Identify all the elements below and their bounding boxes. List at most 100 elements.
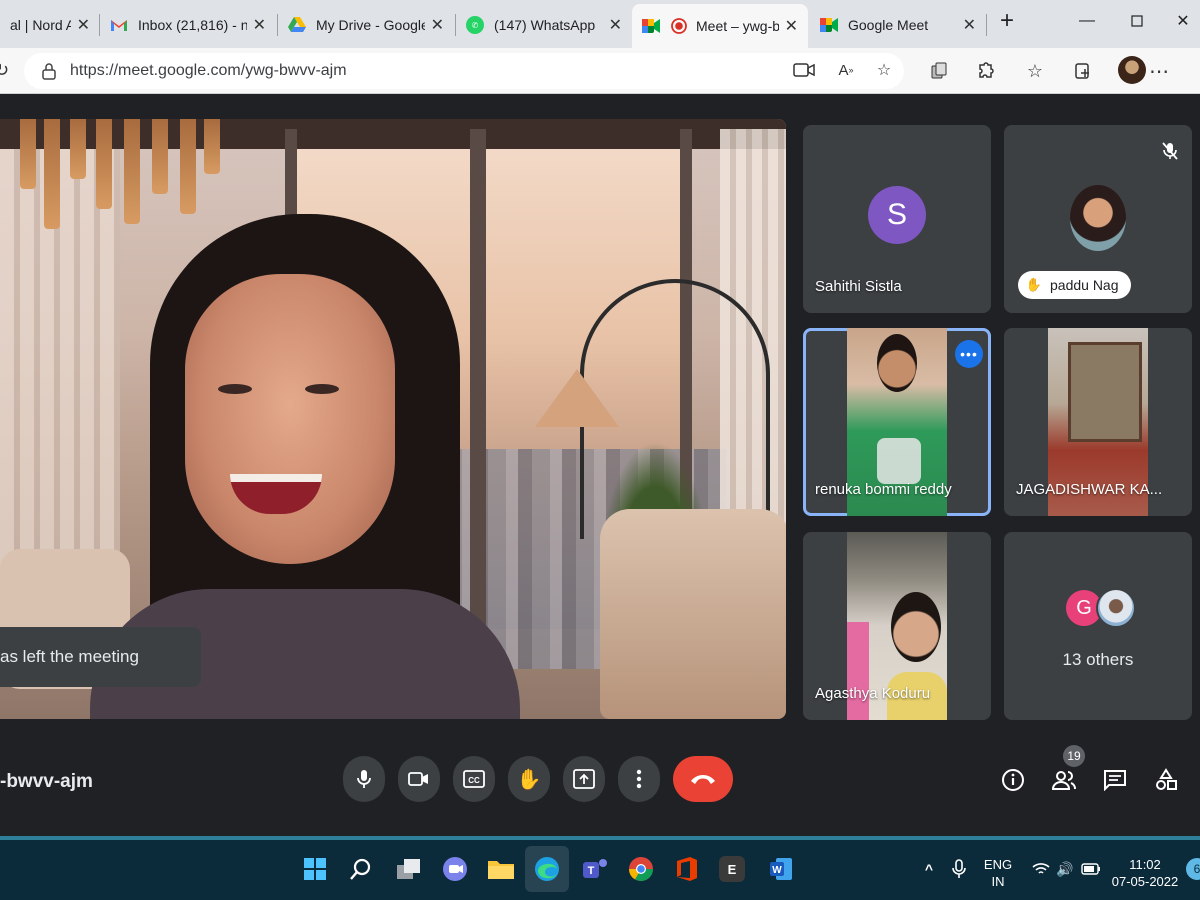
close-icon[interactable]: ✕	[609, 15, 622, 35]
close-icon[interactable]: ✕	[253, 15, 266, 35]
new-tab-button[interactable]: +	[984, 7, 1030, 34]
more-options-icon[interactable]: ⋯	[1146, 58, 1172, 84]
others-avatar-stack: G	[1064, 588, 1144, 634]
raise-hand-icon: ✋	[516, 768, 542, 791]
close-icon[interactable]: ✕	[963, 15, 976, 35]
windows-taskbar: T E W ^ ENG IN 🔊 11:02 07-05-2022	[0, 836, 1200, 900]
avatar: S	[868, 186, 926, 244]
people-button[interactable]	[1048, 764, 1080, 796]
browser-tab-strip: al | Nord Ap ✕ Inbox (21,816) - na ✕ My …	[0, 0, 1200, 48]
lock-icon[interactable]	[40, 62, 58, 80]
camera-icon	[408, 772, 428, 786]
meet-stage: as left the meeting S Sahithi Sistla ✋ p…	[0, 95, 1200, 830]
participant-tile-active[interactable]: ••• renuka bommi reddy	[803, 328, 991, 516]
collections-icon[interactable]	[926, 58, 952, 84]
present-button[interactable]	[563, 756, 605, 802]
chrome-icon[interactable]	[626, 854, 656, 884]
search-icon[interactable]	[346, 854, 376, 884]
others-tile[interactable]: G 13 others	[1004, 532, 1192, 720]
add-collection-icon[interactable]	[1070, 58, 1096, 84]
google-meet-icon	[642, 17, 660, 35]
avatar-letter: S	[886, 198, 907, 231]
teams-icon[interactable]: T	[580, 854, 610, 884]
microphone-button[interactable]	[343, 756, 385, 802]
tab-google-drive[interactable]: My Drive - Google ✕	[278, 6, 454, 44]
chat-button[interactable]	[1099, 764, 1131, 796]
refresh-icon[interactable]: ↻	[0, 60, 9, 82]
task-view-icon[interactable]	[394, 854, 424, 884]
tab-title: Google Meet	[848, 17, 929, 33]
app-e-icon[interactable]: E	[719, 856, 745, 882]
present-screen-icon	[573, 769, 595, 789]
camera-button[interactable]	[398, 756, 440, 802]
info-icon	[1002, 769, 1024, 791]
activities-button[interactable]	[1150, 764, 1182, 796]
raised-hand-icon: ✋	[1025, 277, 1043, 292]
participant-name: paddu Nag	[1050, 277, 1119, 293]
windows-start-icon[interactable]	[300, 854, 330, 884]
whatsapp-icon: ✆	[466, 16, 484, 34]
close-icon[interactable]: ✕	[785, 16, 798, 36]
raise-hand-button[interactable]: ✋	[508, 756, 550, 802]
teams-chat-icon[interactable]	[440, 854, 470, 884]
meeting-details-button[interactable]	[997, 764, 1029, 796]
office-icon[interactable]	[672, 854, 702, 884]
more-options-button[interactable]	[618, 756, 660, 802]
system-clock[interactable]: 11:02 07-05-2022	[1108, 856, 1182, 890]
hang-up-icon	[691, 775, 715, 784]
battery-icon[interactable]	[1076, 854, 1106, 884]
speaker-eye	[218, 384, 252, 394]
left-meeting-notification: as left the meeting	[0, 627, 201, 687]
tab-whatsapp[interactable]: ✆ (147) WhatsApp ✕	[456, 6, 632, 44]
tab-gmail[interactable]: Inbox (21,816) - na ✕	[100, 6, 276, 44]
background-chair	[600, 509, 786, 719]
tab-meet-active[interactable]: Meet – ywg-b ✕	[632, 4, 808, 48]
profile-avatar[interactable]	[1118, 56, 1146, 84]
participant-tile[interactable]: S Sahithi Sistla	[803, 125, 991, 313]
chat-icon	[1104, 770, 1126, 791]
google-meet-icon	[820, 16, 838, 34]
read-aloud-icon[interactable]: A»	[834, 58, 858, 82]
clock-date: 07-05-2022	[1111, 874, 1179, 889]
add-favorite-icon[interactable]: ☆	[872, 58, 896, 82]
microphone-in-use-icon[interactable]	[944, 854, 974, 884]
mic-off-icon	[1162, 142, 1178, 160]
avatar	[1070, 185, 1126, 251]
google-drive-icon	[288, 16, 306, 34]
meeting-code[interactable]: -bwvv-ajm	[0, 771, 93, 793]
tab-google-meet[interactable]: Google Meet ✕	[810, 6, 986, 44]
recording-icon	[670, 17, 688, 35]
url-text[interactable]: https://meet.google.com/ywg-bwvv-ajm	[70, 62, 347, 80]
word-icon[interactable]: W	[766, 854, 796, 884]
participant-name: Sahithi Sistla	[815, 278, 902, 295]
close-icon[interactable]: ✕	[77, 15, 90, 35]
show-hidden-icons-chevron[interactable]: ^	[914, 854, 944, 884]
captions-button[interactable]: CC	[453, 756, 495, 802]
minimize-button[interactable]: —	[1064, 8, 1110, 34]
language-indicator[interactable]: ENG IN	[980, 856, 1016, 890]
extensions-icon[interactable]	[972, 58, 998, 84]
microphone-icon	[357, 770, 371, 788]
tab-title: (147) WhatsApp	[494, 17, 596, 33]
participant-name: renuka bommi reddy	[815, 481, 952, 498]
end-call-button[interactable]	[673, 756, 733, 802]
participant-tile[interactable]: ✋ paddu Nag	[1004, 125, 1192, 313]
file-explorer-icon[interactable]	[486, 854, 516, 884]
address-bar[interactable]: https://meet.google.com/ywg-bwvv-ajm	[24, 53, 904, 89]
notification-text: as left the meeting	[0, 647, 139, 666]
close-window-button[interactable]: ✕	[1160, 8, 1200, 34]
favorites-icon[interactable]: ☆	[1022, 58, 1048, 84]
edge-browser-icon[interactable]	[532, 854, 562, 884]
close-icon[interactable]: ✕	[431, 15, 444, 35]
camera-in-use-icon[interactable]	[792, 58, 816, 82]
participant-tile[interactable]: Agasthya Koduru	[803, 532, 991, 720]
hand-raised-badge: ✋ paddu Nag	[1018, 271, 1131, 299]
more-options-button[interactable]: •••	[955, 340, 983, 368]
tab-nordpass[interactable]: al | Nord Ap ✕	[0, 6, 100, 44]
maximize-button[interactable]	[1114, 8, 1160, 34]
tab-title: My Drive - Google	[316, 17, 425, 33]
avatar-letter: G	[1076, 596, 1092, 619]
activities-icon	[1156, 768, 1177, 790]
participant-tile[interactable]: JAGADISHWAR KA...	[1004, 328, 1192, 516]
gmail-icon	[110, 16, 128, 34]
